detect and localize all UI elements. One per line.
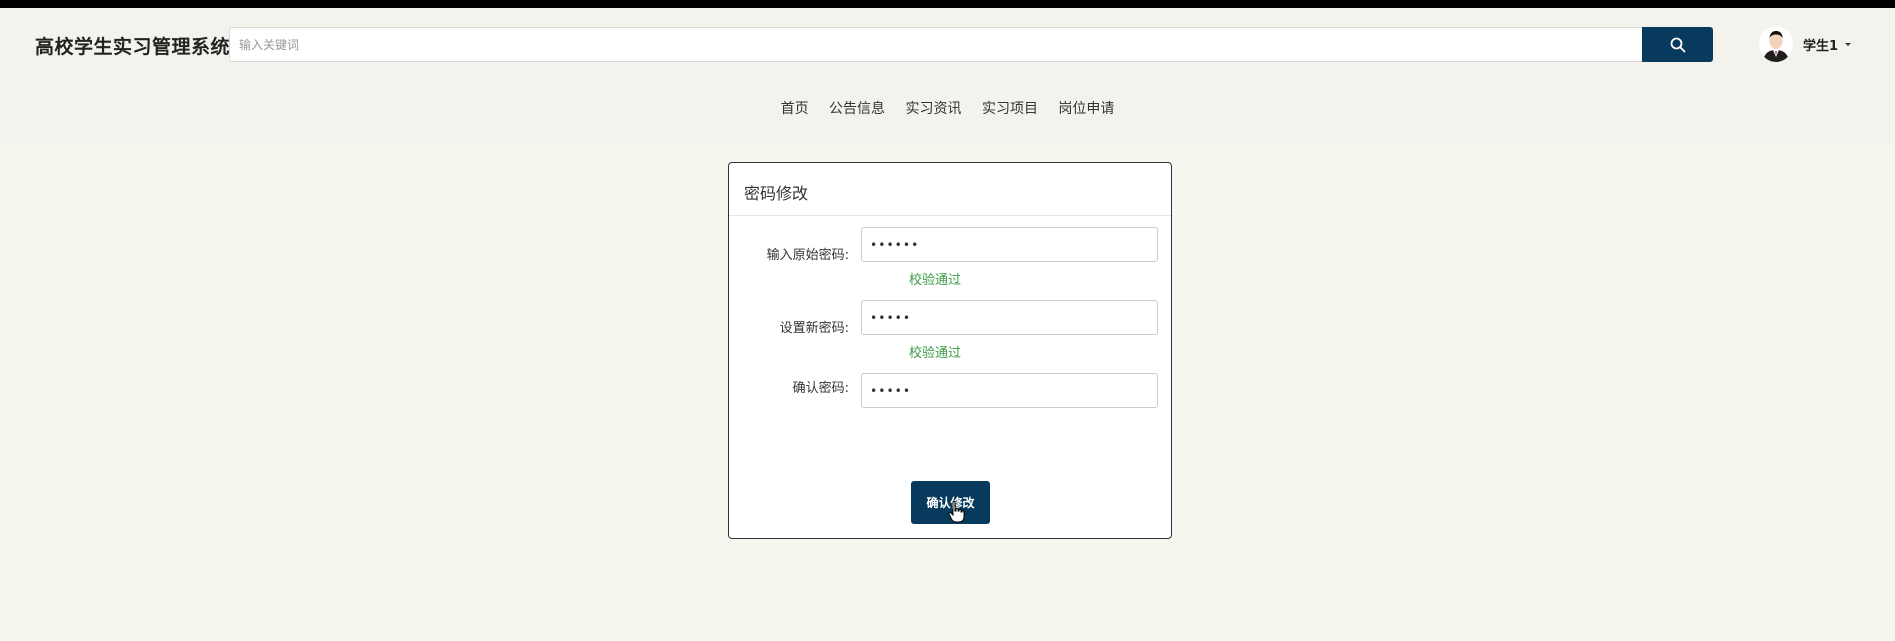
old-password-field[interactable] [861,227,1158,262]
main-nav: 首页 公告信息 实习资讯 实习项目 岗位申请 [0,98,1895,118]
nav-item-announcements[interactable]: 公告信息 [829,98,885,118]
new-password-label: 设置新密码: [779,321,849,336]
site-header: 高校学生实习管理系统 学生1 首页 公告信息 实习资讯 实习项目 岗位申请 [0,8,1895,144]
card-divider [729,215,1171,216]
caret-down-icon[interactable] [1845,43,1851,46]
user-avatar[interactable] [1759,26,1793,62]
old-password-status: 校验通过 [909,273,962,288]
top-black-strip [0,0,1895,8]
confirm-password-label: 确认密码: [792,381,849,396]
card-title: 密码修改 [744,184,809,203]
new-password-status: 校验通过 [909,346,962,361]
search-input[interactable] [229,27,1643,62]
new-password-field[interactable] [861,300,1158,335]
site-brand[interactable]: 高校学生实习管理系统 [35,32,230,59]
search-button[interactable] [1642,27,1713,62]
search-icon [1670,37,1685,52]
nav-item-internship-projects[interactable]: 实习项目 [982,98,1038,118]
hand-pointer-icon [948,500,965,523]
password-change-card: 密码修改 输入原始密码: 校验通过 设置新密码: 校验通过 确认密码: 确认修改 [728,162,1172,539]
confirm-password-field[interactable] [861,373,1158,408]
user-name[interactable]: 学生1 [1803,35,1838,54]
old-password-label: 输入原始密码: [766,248,849,263]
nav-item-internship-news[interactable]: 实习资讯 [906,98,962,118]
nav-item-home[interactable]: 首页 [781,98,809,118]
nav-item-job-applications[interactable]: 岗位申请 [1058,98,1114,118]
